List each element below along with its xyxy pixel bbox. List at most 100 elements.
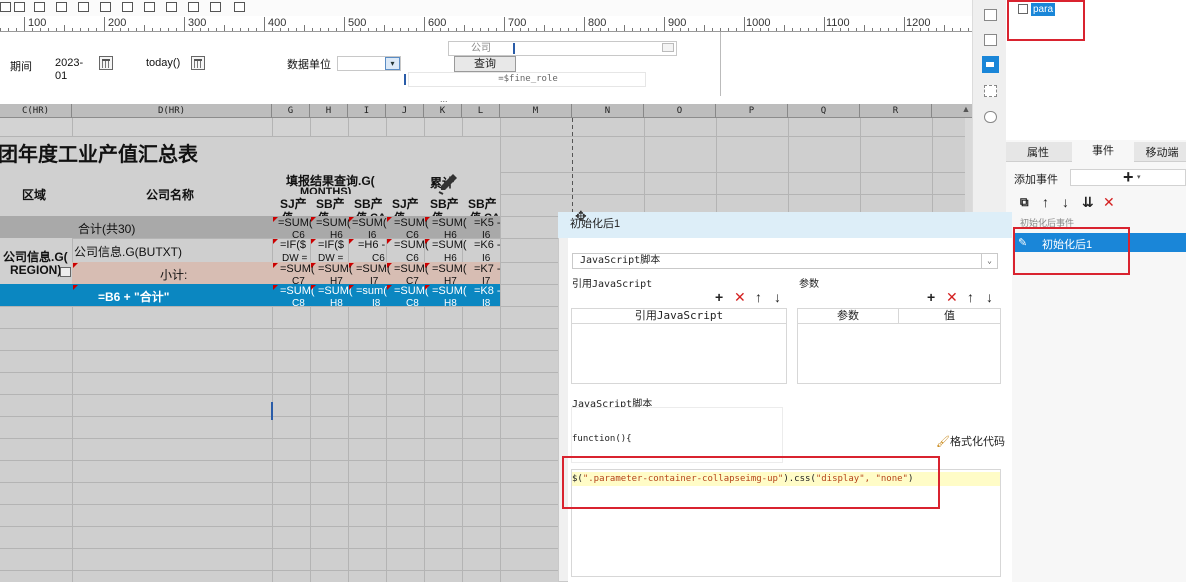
column-header[interactable]: N — [572, 104, 644, 118]
column-header[interactable]: P — [716, 104, 788, 118]
period-value[interactable]: 2023-01 — [52, 56, 90, 82]
toolbar-icon-10[interactable] — [188, 2, 199, 12]
arrow-down-icon[interactable]: ↓ — [986, 290, 993, 304]
arrow-up-icon[interactable]: ↑ — [755, 290, 762, 304]
today-value[interactable]: today() — [143, 56, 189, 71]
formula-cell[interactable]: =SUM( — [394, 239, 429, 251]
region-header[interactable]: 区域 — [22, 186, 46, 203]
formula-cell[interactable]: =SUM( — [352, 217, 387, 229]
arrow-up-icon[interactable]: ↑ — [967, 290, 974, 304]
toolbar-icon-1[interactable] — [0, 2, 11, 12]
delete-icon[interactable]: ✕ — [946, 290, 958, 304]
formula-cell[interactable]: =SUM( — [280, 263, 315, 275]
ruler-tick — [488, 28, 489, 31]
formula-cell[interactable]: =IF($ — [318, 239, 344, 251]
column-header[interactable]: J — [386, 104, 424, 118]
formula-cell[interactable]: =SUM( — [432, 239, 467, 251]
pane-collapse-handle[interactable]: ... — [440, 94, 454, 104]
widget-settings-icon[interactable] — [984, 9, 997, 21]
toolbar-icon-6[interactable] — [100, 2, 111, 12]
column-header[interactable]: C(HR) — [0, 104, 72, 118]
total-row-label[interactable]: 合计(共30) — [78, 220, 135, 237]
column-header[interactable]: R — [860, 104, 932, 118]
report-title[interactable]: 集团年度工业产值汇总表 — [0, 142, 198, 168]
formula-cell[interactable]: =SUM( — [318, 263, 353, 275]
column-header[interactable]: O — [644, 104, 716, 118]
add-icon[interactable]: + — [715, 290, 723, 304]
toolbar-icon-12[interactable] — [234, 2, 245, 12]
toolbar-icon-4[interactable] — [56, 2, 67, 12]
params-table[interactable]: 参数 值 — [797, 308, 1001, 384]
format-code-button[interactable]: 🖌格式化代码 — [936, 433, 1005, 449]
calendar-icon[interactable] — [191, 56, 205, 70]
formula-cell[interactable]: =sum( — [356, 285, 387, 297]
toolbar-icon-2[interactable] — [14, 2, 25, 12]
formula-cell[interactable]: =SUM( — [394, 217, 429, 229]
formula-cell[interactable]: =SUM( — [432, 217, 467, 229]
company-clear-icon[interactable] — [662, 43, 674, 52]
column-header[interactable]: I — [348, 104, 386, 118]
scroll-up-icon[interactable]: ▲ — [960, 104, 972, 116]
add-icon[interactable]: + — [927, 290, 935, 304]
formula-cell[interactable]: =K6 - — [474, 239, 501, 251]
tab-properties[interactable]: 属性 — [1010, 144, 1066, 162]
add-event-dropdown[interactable]: + ▾ — [1070, 167, 1186, 187]
formula-cell[interactable]: =K7 - — [474, 263, 501, 275]
delete-icon[interactable]: ✕ — [1103, 195, 1115, 209]
calendar-icon[interactable] — [99, 56, 113, 70]
copy-icon[interactable]: ⧉ — [1020, 195, 1029, 209]
layers-icon[interactable] — [984, 85, 997, 97]
formula-cell[interactable]: =SUM( — [278, 217, 313, 229]
column-header[interactable]: D(HR) — [72, 104, 272, 118]
column-header[interactable]: L — [462, 104, 500, 118]
script-type-select[interactable]: JavaScript脚本 ⌄ — [572, 253, 998, 269]
formula-cell[interactable]: =K5 - — [474, 217, 501, 229]
formula-cell[interactable]: =SUM( — [280, 285, 315, 297]
toolbar-icon-8[interactable] — [144, 2, 155, 12]
arrow-up-icon[interactable]: ↑ — [1042, 195, 1049, 209]
toolbar-icon-11[interactable] — [210, 2, 221, 12]
formula-cell[interactable]: =SUM( — [432, 285, 467, 297]
column-header[interactable]: K — [424, 104, 462, 118]
arrow-down-icon[interactable]: ↓ — [1062, 195, 1069, 209]
grand-total-cell[interactable]: =B6 + "合计" — [98, 288, 169, 305]
query-button[interactable]: 查询 — [454, 56, 516, 72]
move-bottom-icon[interactable]: ⇊ — [1082, 195, 1094, 209]
ruler-tick — [856, 28, 857, 31]
toolbar-icon-7[interactable] — [122, 2, 133, 12]
ruler-tick — [352, 28, 353, 31]
formula-cell[interactable]: =SUM( — [394, 263, 429, 275]
formula-cell[interactable]: =SUM( — [394, 285, 429, 297]
formula-cell[interactable]: =SUM( — [316, 217, 351, 229]
ruler-tick — [952, 28, 953, 31]
link-icon[interactable] — [984, 111, 997, 123]
subtotal-label[interactable]: 小计: — [160, 266, 187, 283]
toolbar-icon-9[interactable] — [166, 2, 177, 12]
tab-events[interactable]: 事件 — [1072, 142, 1134, 162]
ruler-tick — [320, 28, 321, 31]
ref-js-table[interactable]: 引用JavaScript — [571, 308, 787, 384]
column-header[interactable]: H — [310, 104, 348, 118]
ruler-label: 300 — [188, 17, 207, 29]
toolbar-icon-5[interactable] — [78, 2, 89, 12]
company-field[interactable]: 公司 — [448, 41, 677, 56]
expand-icon[interactable] — [60, 267, 71, 277]
formula-cell[interactable]: =SUM( — [356, 263, 391, 275]
arrow-down-icon[interactable]: ↓ — [774, 290, 781, 304]
event-icon[interactable] — [982, 56, 999, 73]
cell-element-icon[interactable] — [984, 34, 997, 46]
formula-cell[interactable]: =SUM( — [318, 285, 353, 297]
toolbar-icon-3[interactable] — [34, 2, 45, 12]
company-header[interactable]: 公司名称 — [146, 186, 194, 203]
column-header[interactable]: G — [272, 104, 310, 118]
column-header[interactable]: Q — [788, 104, 860, 118]
formula-cell[interactable]: =IF($ — [280, 239, 306, 251]
formula-cell[interactable]: =K8 - — [474, 285, 501, 297]
delete-icon[interactable]: ✕ — [734, 290, 746, 304]
company-cell[interactable]: 公司信息.G(BUTXT) — [74, 243, 182, 260]
formula-cell[interactable]: =SUM( — [432, 263, 467, 275]
formula-cell[interactable]: =H6 - — [358, 239, 385, 251]
chevron-down-icon[interactable]: ▾ — [385, 57, 400, 70]
column-header[interactable]: M — [500, 104, 572, 118]
tab-mobile[interactable]: 移动端 — [1138, 144, 1186, 162]
